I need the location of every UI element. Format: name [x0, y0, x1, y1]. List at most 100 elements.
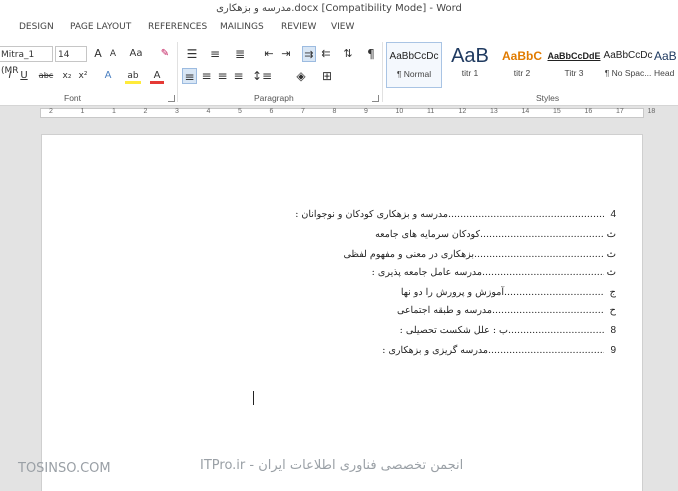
document-page[interactable]: مدرسه و بزهکاری کودکان و نوجوانان :.....… — [41, 134, 643, 491]
toc-entry[interactable]: مدرسه و طبقه اجتماعی....................… — [152, 305, 616, 321]
toc-entry[interactable]: بزهکاری در معنی و مفهوم لفظی............… — [152, 249, 617, 265]
ruler-number: 2 — [143, 108, 148, 115]
ruler-track: 2112345678910111213141516171819 — [40, 108, 655, 118]
show-marks-icon[interactable]: ¶ — [364, 46, 378, 62]
grow-font-icon[interactable]: A — [91, 46, 105, 62]
title-bar: مدرسه و بزهکاری.docx [Compatibility Mode… — [0, 0, 678, 18]
toc-entry-text: بزهکاری در معنی و مفهوم لفظی — [343, 249, 475, 260]
decrease-indent-icon[interactable]: ⇤ — [262, 46, 276, 62]
italic-icon[interactable]: I — [4, 68, 16, 84]
toc-entry[interactable]: ب : علل شکست تحصیلی :...................… — [152, 325, 616, 341]
superscript-icon[interactable]: x² — [76, 68, 90, 84]
shrink-font-icon[interactable]: A — [106, 46, 120, 62]
style-preview: AaBbCcDc — [603, 50, 653, 61]
style-name: Head — [654, 68, 675, 78]
style-titr-2[interactable]: AaBbC titr 2 — [494, 42, 550, 88]
tab-view[interactable]: VIEW — [331, 22, 354, 32]
ruler-number: 3 — [175, 108, 179, 115]
clear-format-icon[interactable]: ✎ — [158, 46, 172, 62]
borders-icon[interactable]: ⊞ — [318, 68, 336, 84]
window-title: مدرسه و بزهکاری.docx [Compatibility Mode… — [216, 3, 462, 14]
tab-design[interactable]: DESIGN — [19, 22, 54, 32]
toc-page-number: ج — [609, 287, 616, 298]
toc-page-number: ث — [606, 229, 616, 240]
toc-entry[interactable]: مدرسه عامل جامعه پذیری :................… — [152, 267, 616, 283]
align-center-icon[interactable]: ≡ — [199, 68, 214, 84]
align-right-icon[interactable]: ≡ — [215, 68, 230, 84]
style-name: titr 1 — [461, 68, 479, 78]
font-size-value: 14 — [58, 50, 70, 60]
paragraph-dialog-launcher-icon[interactable] — [372, 95, 379, 102]
ltr-direction-icon[interactable]: ⇉ — [302, 46, 316, 62]
style-normal[interactable]: AaBbCcDc ¶ Normal — [386, 42, 442, 88]
ruler-number: 1 — [80, 108, 85, 115]
style-preview: AaBbCcDc — [389, 51, 439, 62]
style-preview: AaB — [451, 45, 489, 67]
ruler-number: 14 — [521, 108, 530, 115]
style-preview: AaBbC — [501, 49, 542, 63]
ruler-number: 12 — [458, 108, 467, 115]
increase-indent-icon[interactable]: ⇥ — [279, 46, 293, 62]
subscript-icon[interactable]: x₂ — [60, 68, 74, 84]
font-size-box[interactable]: 14 — [55, 46, 87, 62]
style-preview: AaBbCcDdE — [547, 51, 601, 61]
toc-page-number: ث — [606, 267, 616, 278]
toc-page-number: ح — [609, 305, 616, 316]
toc-page-number: 9 — [610, 345, 616, 356]
ruler-number: 13 — [490, 108, 498, 115]
rtl-direction-icon[interactable]: ⇇ — [319, 46, 333, 62]
style-titr-3[interactable]: AaBbCcDdE Titr 3 — [546, 42, 602, 88]
tab-review[interactable]: REVIEW — [281, 22, 316, 32]
watermark-left: TOSINSO.COM — [18, 461, 111, 476]
style-no-spacing[interactable]: AaBbCcDc ¶ No Spac... — [600, 42, 656, 88]
toc-entry[interactable]: آموزش و پرورش را دو نها.................… — [152, 287, 616, 303]
ruler-number: 11 — [427, 108, 435, 115]
shading-icon[interactable]: ◈ — [292, 68, 310, 84]
align-left-icon[interactable]: ≡ — [182, 68, 197, 84]
toc-entry[interactable]: مدرسه و بزهکاری کودکان و نوجوانان :.....… — [152, 209, 616, 225]
toc-page-number: ث — [606, 249, 616, 260]
toc-entry-text: کودکان سرمایه های جامعه — [375, 229, 480, 240]
toc-entry-text: ب : علل شکست تحصیلی : — [399, 325, 508, 336]
font-group-label: Font — [64, 93, 82, 103]
style-name: Titr 3 — [564, 68, 584, 78]
toc-entry-text: مدرسه گریزی و بزهکاری : — [382, 345, 488, 356]
toc-entry[interactable]: کودکان سرمایه های جامعه.................… — [152, 229, 616, 245]
text-effects-icon[interactable]: A — [100, 68, 116, 84]
tab-mailings[interactable]: MAILINGS — [220, 22, 264, 32]
multilevel-list-icon[interactable]: ≣ — [232, 46, 248, 62]
underline-icon[interactable]: U — [18, 68, 30, 84]
highlight-icon[interactable]: ab — [125, 68, 141, 84]
toc-entry-text: مدرسه و بزهکاری کودکان و نوجوانان : — [295, 209, 448, 220]
style-heading[interactable]: AaB Head — [654, 42, 678, 88]
ribbon: Mitra_1 (MR 14 A A Aa ✎ I U abc x₂ x² A … — [0, 38, 678, 106]
toc-entry-text: آموزش و پرورش را دو نها — [400, 287, 504, 298]
line-spacing-icon[interactable]: ↕≡ — [252, 68, 272, 84]
font-dialog-launcher-icon[interactable] — [168, 95, 175, 102]
strikethrough-icon[interactable]: abc — [37, 68, 55, 84]
group-separator — [382, 42, 383, 102]
toc-page-number: 8 — [610, 325, 616, 336]
word-window: مدرسه و بزهکاری.docx [Compatibility Mode… — [0, 0, 678, 491]
toc-entry-text: مدرسه و طبقه اجتماعی — [396, 305, 492, 316]
toc-leader-dots: ........................................… — [488, 345, 604, 356]
horizontal-ruler[interactable]: 2112345678910111213141516171819 — [0, 106, 678, 120]
ribbon-tabs: DESIGN PAGE LAYOUT REFERENCES MAILINGS R… — [0, 18, 678, 38]
justify-icon[interactable]: ≡ — [231, 68, 246, 84]
ruler-number: 16 — [584, 108, 593, 115]
tab-references[interactable]: REFERENCES — [148, 22, 207, 32]
font-color-icon[interactable]: A — [150, 68, 164, 84]
change-case-icon[interactable]: Aa — [126, 46, 146, 62]
bullets-icon[interactable]: ☰ — [184, 46, 200, 62]
toc-entry[interactable]: مدرسه گریزی و بزهکاری :.................… — [152, 345, 616, 361]
ruler-number: 10 — [395, 108, 404, 115]
toc-leader-dots: ........................................… — [474, 249, 604, 260]
ruler-number: 5 — [238, 108, 242, 115]
sort-icon[interactable]: ⇅ — [341, 46, 355, 62]
toc-page-number: 4 — [610, 209, 616, 220]
tab-page-layout[interactable]: PAGE LAYOUT — [70, 22, 131, 32]
watermark-right: ITPro.ir - انجمن تخصصی فناوری اطلاعات ای… — [200, 458, 464, 473]
font-name-box[interactable]: Mitra_1 (MR — [0, 46, 53, 76]
numbering-icon[interactable]: ≡ — [207, 46, 223, 62]
style-titr-1[interactable]: AaB titr 1 — [442, 42, 498, 88]
